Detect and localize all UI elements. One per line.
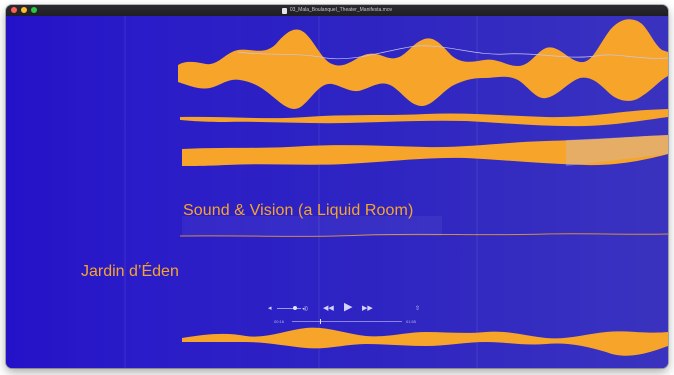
video-player-window: 03_Mala_Boulanquel_Theater_Manifesta.mov… bbox=[6, 5, 668, 368]
title-bar[interactable]: 03_Mala_Boulanquel_Theater_Manifesta.mov bbox=[6, 5, 668, 16]
play-icon[interactable]: ▶ bbox=[344, 302, 352, 313]
volume-slider[interactable] bbox=[277, 308, 301, 309]
track-title: Sound & Vision (a Liquid Room) bbox=[183, 202, 414, 219]
fast-forward-icon[interactable]: ▶▶ bbox=[362, 305, 373, 313]
scrubber-playhead[interactable] bbox=[320, 319, 321, 324]
volume-slider-knob[interactable] bbox=[293, 306, 297, 310]
waveform-top bbox=[178, 19, 668, 109]
share-icon[interactable]: ⇧ bbox=[415, 305, 420, 313]
speaker-high-icon[interactable]: ◂)) bbox=[302, 305, 308, 313]
elapsed-time: 00:16 bbox=[274, 319, 285, 324]
window-title-text: 03_Mala_Boulanquel_Theater_Manifesta.mov bbox=[289, 7, 393, 13]
speaker-low-icon[interactable]: ◂ bbox=[268, 305, 272, 313]
waveform-second bbox=[180, 109, 668, 127]
rewind-icon[interactable]: ◀◀ bbox=[323, 305, 334, 313]
video-frame[interactable]: Sound & Vision (a Liquid Room) Jardin d’… bbox=[6, 16, 668, 368]
document-icon bbox=[281, 7, 287, 14]
waveform-bottom bbox=[182, 327, 668, 356]
window-title: 03_Mala_Boulanquel_Theater_Manifesta.mov bbox=[6, 6, 668, 15]
scrubber-track[interactable] bbox=[292, 321, 402, 322]
remaining-time: 01:55 bbox=[406, 319, 417, 324]
album-title: Jardin d’Éden bbox=[81, 263, 179, 280]
playback-controls: ◂ ◂)) ◀◀ ▶ ▶▶ ⇧ 00:16 01:55 bbox=[266, 302, 426, 330]
